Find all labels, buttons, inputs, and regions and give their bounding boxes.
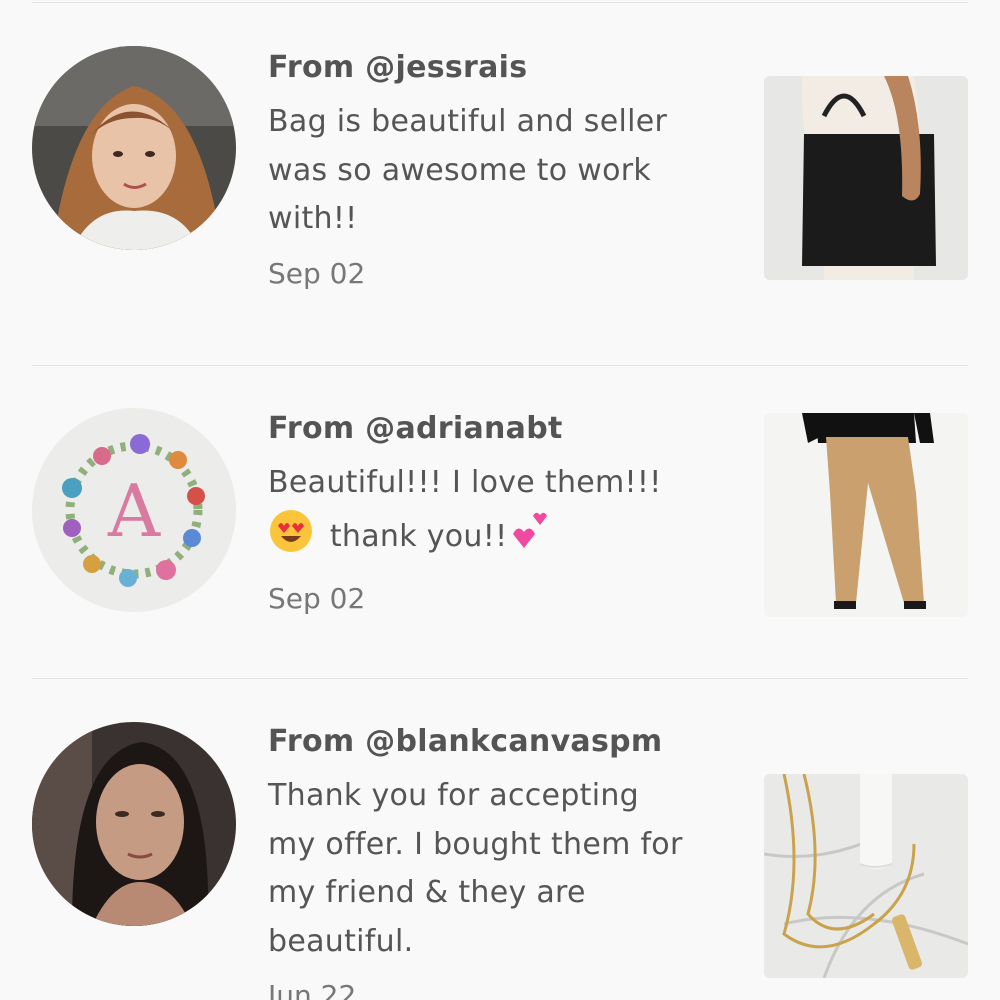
review-date: Sep 02 — [268, 256, 366, 290]
review-date: Jun 22 — [268, 979, 357, 1000]
review-date: Sep 02 — [268, 582, 366, 615]
avatar-letter: A — [107, 469, 161, 553]
review-item[interactable]: From @jessrais Bag is beautiful and sell… — [0, 0, 1000, 366]
review-author[interactable]: From @jessrais — [268, 48, 728, 88]
review-content: From @adrianabt Beautiful!!! I love them… — [268, 409, 728, 619]
review-content: From @jessrais Bag is beautiful and sell… — [268, 48, 728, 294]
review-content: From @blankcanvaspm Thank you for accept… — [268, 722, 728, 1000]
product-thumbnail[interactable] — [764, 413, 968, 617]
reviews-screen: From @jessrais Bag is beautiful and sell… — [0, 0, 1000, 1000]
two-hearts-emoji-icon — [507, 508, 555, 570]
user-avatar[interactable]: A — [32, 408, 236, 612]
review-author[interactable]: From @adrianabt — [268, 409, 728, 449]
review-comment-line: thank you!! — [268, 508, 728, 570]
review-item[interactable]: A From @adrianabt Beautiful!!! I love th… — [0, 367, 1000, 679]
divider — [32, 678, 968, 679]
divider — [32, 365, 968, 366]
review-comment-text: thank you!! — [329, 518, 508, 554]
review-comment: Thank you for accepting my offer. I boug… — [268, 778, 683, 959]
review-comment: Beautiful!!! I love them!!! thank you!! — [268, 459, 728, 569]
user-avatar[interactable] — [32, 46, 236, 250]
heart-eyes-emoji-icon — [268, 508, 314, 570]
review-item[interactable]: From @blankcanvaspm Thank you for accept… — [0, 680, 1000, 1000]
product-thumbnail[interactable] — [764, 76, 968, 280]
product-thumbnail[interactable] — [764, 774, 968, 978]
user-avatar[interactable] — [32, 722, 236, 926]
review-author[interactable]: From @blankcanvaspm — [268, 722, 728, 762]
review-comment: Bag is beautiful and seller was so aweso… — [268, 104, 668, 236]
review-comment-line: Beautiful!!! I love them!!! — [268, 465, 662, 500]
